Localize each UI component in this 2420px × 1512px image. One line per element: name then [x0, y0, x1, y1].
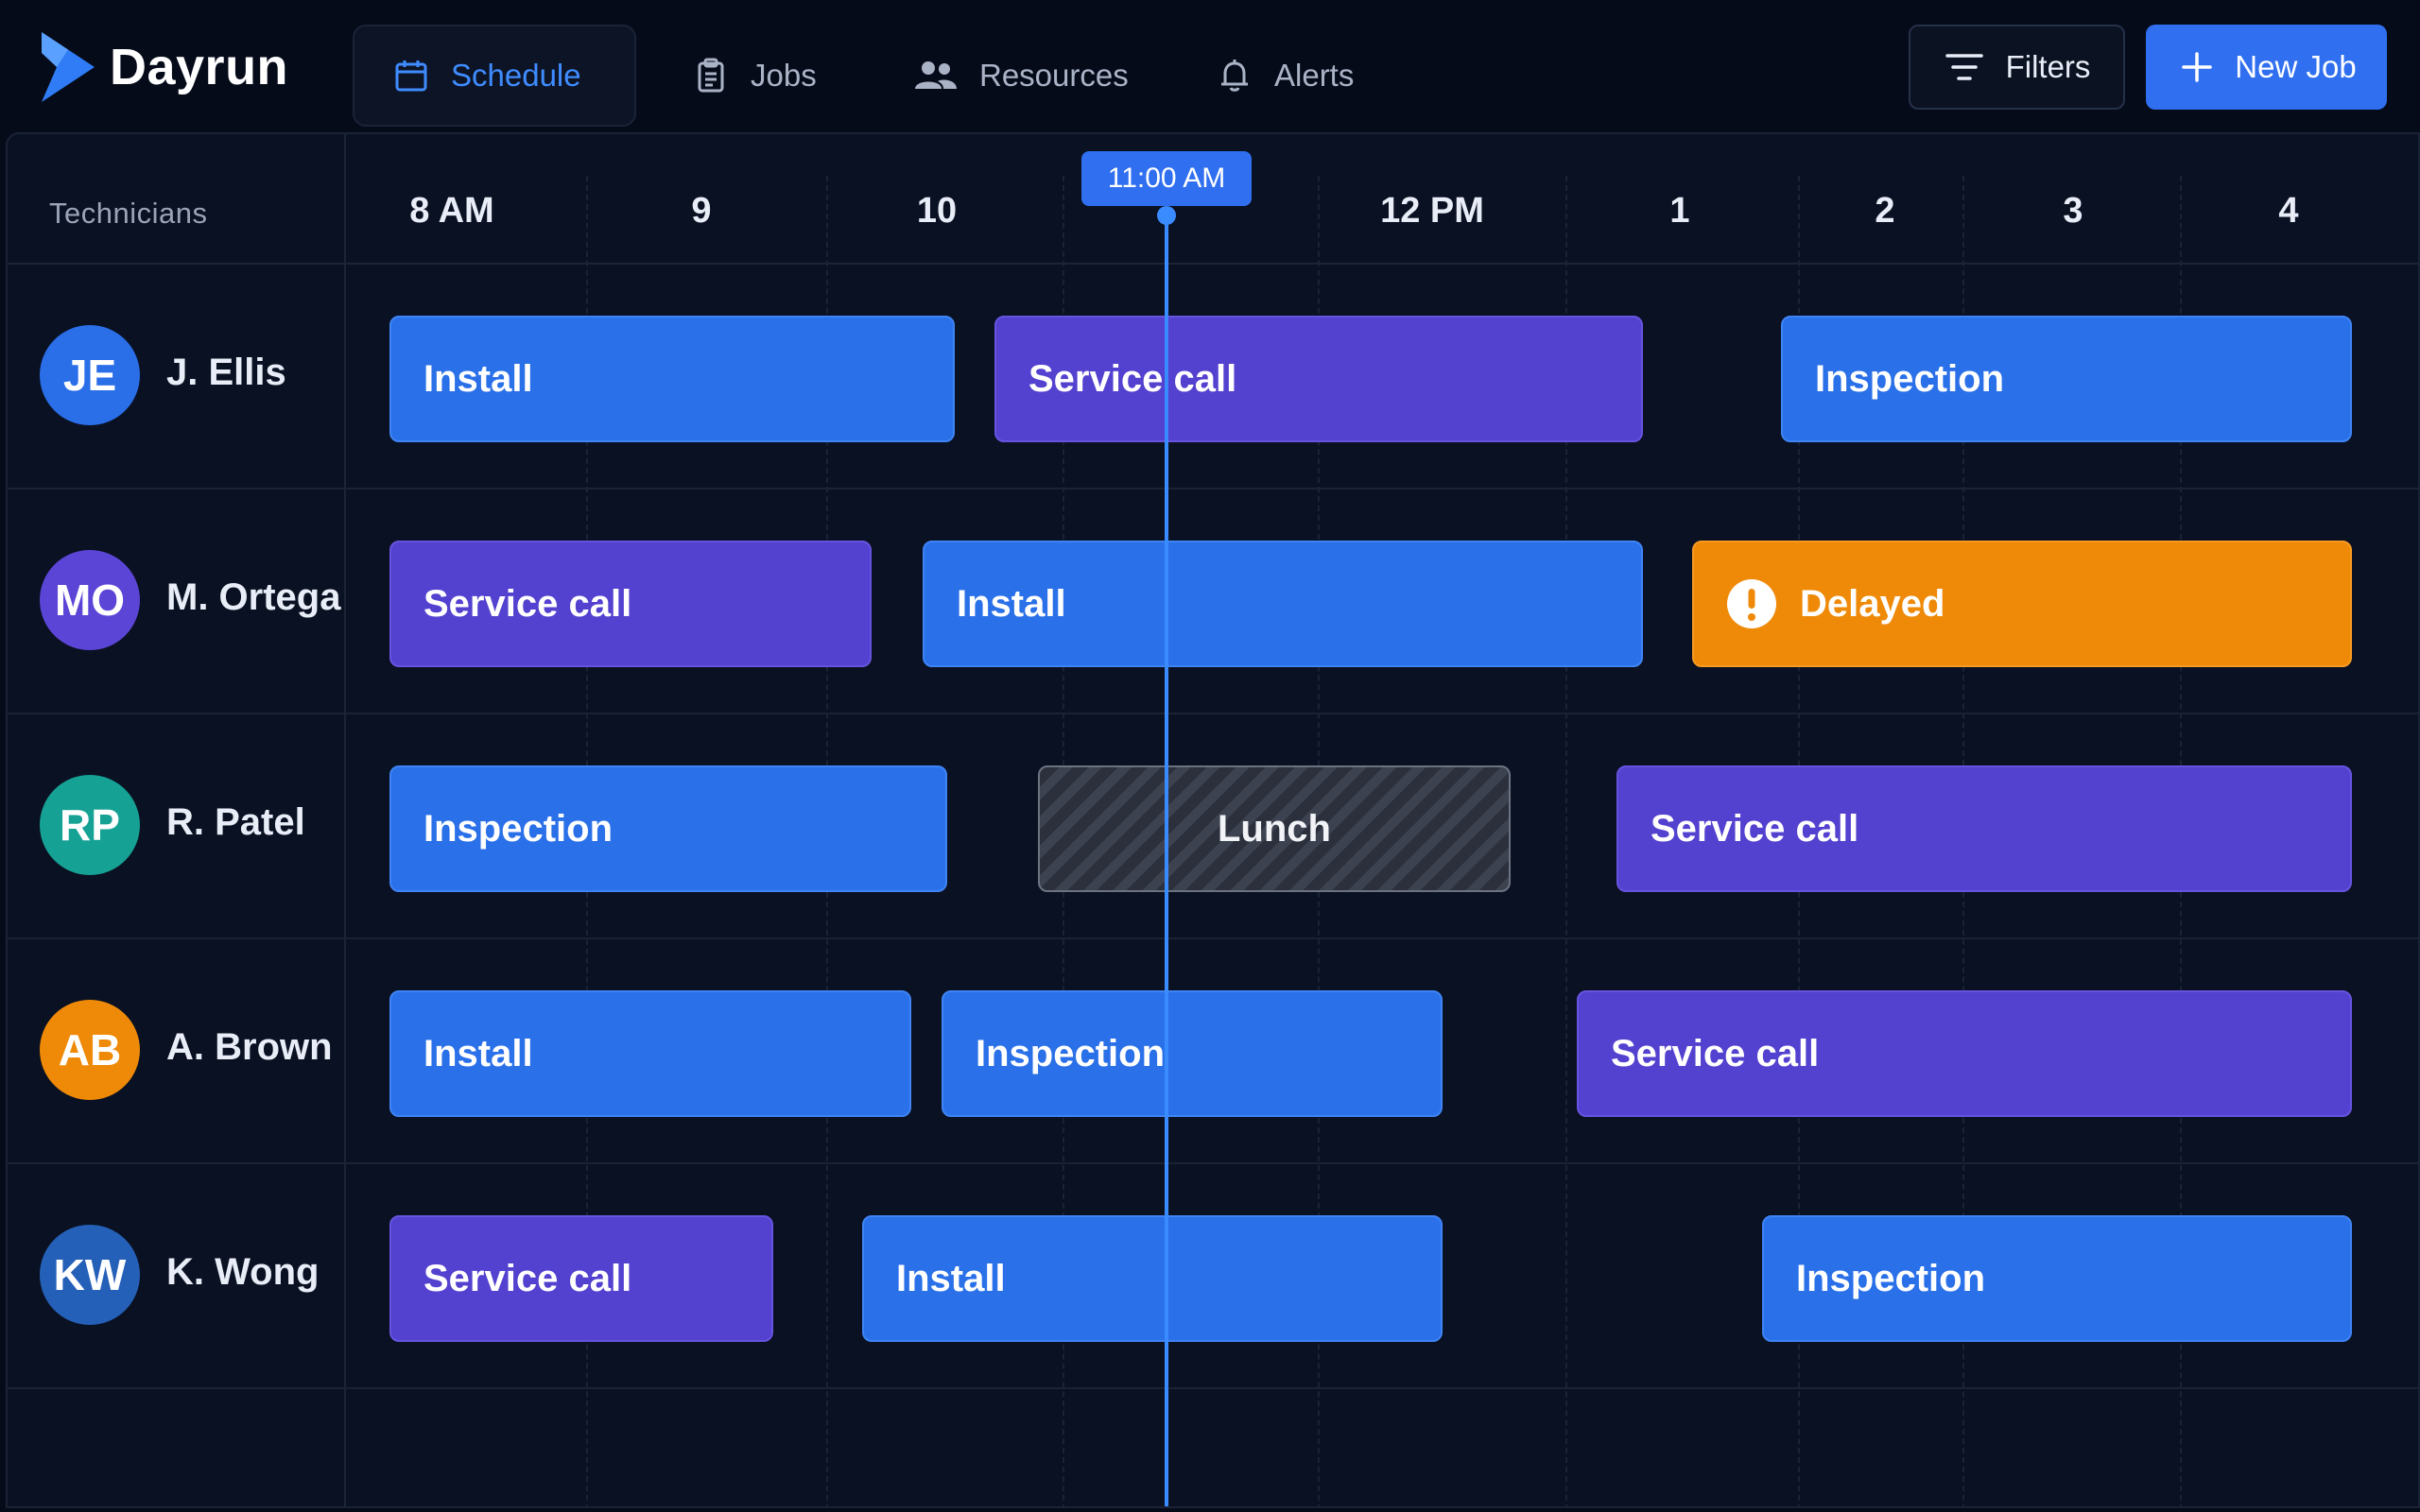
technician-column-divider — [344, 134, 346, 1506]
new-job-button[interactable]: New Job — [2146, 25, 2387, 110]
hour-label: 10 — [916, 191, 958, 231]
job-block[interactable]: Inspection — [1781, 316, 2352, 442]
job-label: Install — [896, 1257, 1006, 1299]
technician-name: R. Patel — [166, 801, 305, 843]
technicians-column-header: Technicians — [49, 197, 208, 230]
avatar: AB — [40, 1000, 140, 1100]
row-divider — [8, 488, 2418, 490]
technician-row[interactable]: KW K. Wong — [8, 1164, 344, 1389]
job-label: Install — [424, 357, 533, 400]
tab-label: Alerts — [1274, 58, 1355, 93]
people-icon — [915, 61, 957, 89]
tab-label: Jobs — [751, 58, 817, 93]
technician-name: K. Wong — [166, 1251, 320, 1293]
job-label: Lunch — [1218, 807, 1331, 850]
row-divider — [8, 1162, 2418, 1164]
schedule-board: Technicians 8 AM 9 10 12 PM 1 2 3 4 JE J… — [6, 132, 2420, 1508]
avatar: MO — [40, 550, 140, 650]
filters-label: Filters — [2005, 49, 2091, 84]
hour-label: 4 — [2278, 191, 2299, 231]
tab-resources[interactable]: Resources — [913, 25, 1129, 127]
job-block[interactable]: Service call — [389, 541, 872, 667]
job-label: Service call — [1651, 807, 1859, 850]
row-divider — [8, 937, 2418, 939]
hour-label: 12 PM — [1380, 191, 1484, 231]
row-divider — [8, 713, 2418, 714]
job-label: Inspection — [1815, 357, 2005, 400]
new-job-label: New Job — [2235, 49, 2357, 84]
job-label: Service call — [1611, 1032, 1820, 1074]
calendar-icon — [395, 60, 427, 92]
job-block[interactable]: Service call — [1616, 765, 2352, 892]
header-divider — [8, 263, 2418, 265]
technician-row[interactable]: AB A. Brown — [8, 939, 344, 1164]
tab-label: Resources — [979, 58, 1129, 93]
job-block[interactable]: Service call — [389, 1215, 773, 1342]
current-time-badge: 11:00 AM — [1081, 151, 1252, 206]
hour-label: 8 AM — [409, 191, 494, 231]
hour-label: 9 — [691, 191, 712, 231]
job-block[interactable]: Inspection — [1762, 1215, 2352, 1342]
job-block[interactable]: Service call — [994, 316, 1643, 442]
technician-name: J. Ellis — [166, 352, 286, 393]
job-label: Delayed — [1800, 582, 1945, 625]
tab-jobs[interactable]: Jobs — [692, 25, 817, 127]
job-block[interactable]: Install — [923, 541, 1643, 667]
job-label: Service call — [424, 1257, 632, 1299]
tab-schedule[interactable]: Schedule — [353, 25, 636, 127]
hour-label: 1 — [1669, 191, 1690, 231]
alert-icon — [1727, 579, 1776, 628]
job-block[interactable]: Service call — [1577, 990, 2352, 1117]
app-name: Dayrun — [110, 39, 289, 95]
plus-icon — [2182, 52, 2213, 82]
job-label: Service call — [424, 582, 632, 625]
technician-row[interactable]: MO M. Ortega — [8, 490, 344, 714]
technician-name: A. Brown — [166, 1026, 333, 1068]
tab-alerts[interactable]: Alerts — [1216, 25, 1354, 127]
job-block[interactable]: Inspection — [389, 765, 947, 892]
technician-row[interactable]: RP R. Patel — [8, 714, 344, 939]
job-block[interactable]: Install — [389, 990, 911, 1117]
hour-label: 2 — [1875, 191, 1895, 231]
avatar: JE — [40, 325, 140, 425]
technician-name: M. Ortega — [166, 576, 341, 618]
avatar: KW — [40, 1225, 140, 1325]
job-label: Inspection — [424, 807, 614, 850]
current-time-dot — [1157, 206, 1176, 225]
bell-icon — [1221, 60, 1248, 92]
filter-icon — [1945, 54, 1983, 80]
job-block[interactable]: Inspection — [942, 990, 1443, 1117]
job-label: Inspection — [976, 1032, 1166, 1074]
job-label: Inspection — [1796, 1257, 1986, 1299]
job-label: Install — [957, 582, 1066, 625]
job-block[interactable]: Install — [862, 1215, 1443, 1342]
job-block-delayed[interactable]: Delayed — [1692, 541, 2352, 667]
top-bar: Dayrun Schedule Jobs Resources Alerts Fi… — [0, 0, 2420, 132]
dayrun-logo-icon — [42, 32, 95, 102]
avatar: RP — [40, 775, 140, 875]
job-label: Install — [424, 1032, 533, 1074]
current-time-line — [1165, 210, 1168, 1506]
row-divider — [8, 1387, 2418, 1389]
filters-button[interactable]: Filters — [1909, 25, 2125, 110]
job-block[interactable]: Install — [389, 316, 955, 442]
tab-label: Schedule — [451, 58, 581, 93]
lunch-break-block[interactable]: Lunch — [1038, 765, 1511, 892]
clipboard-icon — [698, 58, 724, 93]
technician-row[interactable]: JE J. Ellis — [8, 265, 344, 490]
job-label: Service call — [1028, 357, 1237, 400]
hour-label: 3 — [2063, 191, 2083, 231]
